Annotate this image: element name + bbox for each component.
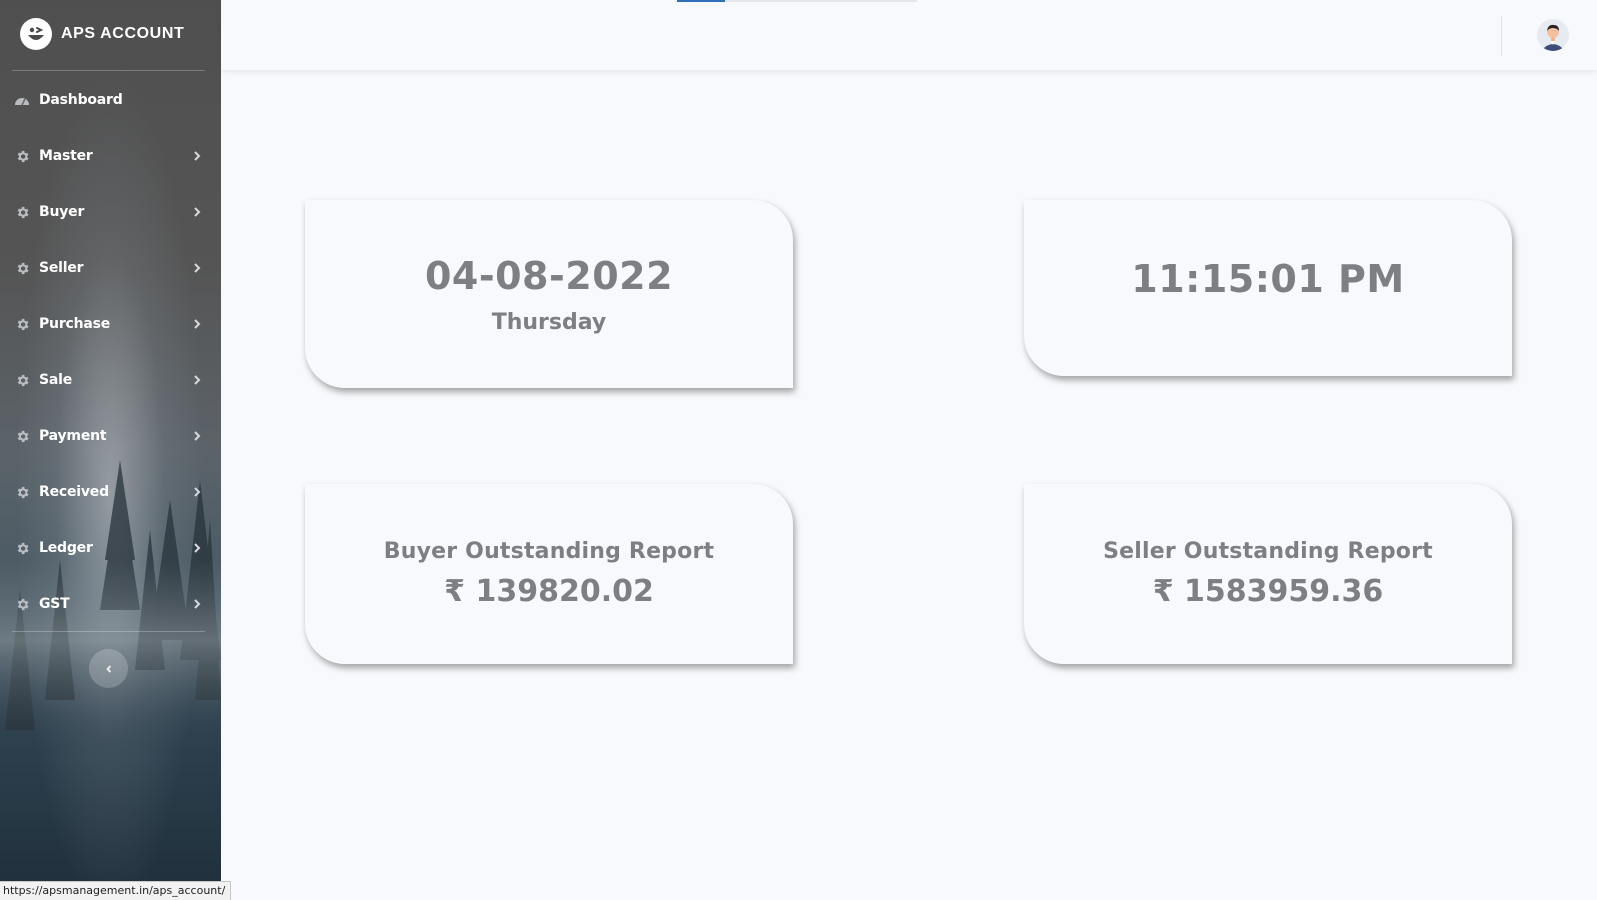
- chevron-right-icon: [194, 375, 201, 385]
- sidebar-item-label: Payment: [39, 428, 107, 444]
- gear-icon: [14, 484, 30, 500]
- sidebar-item-buyer[interactable]: Buyer: [0, 184, 221, 240]
- seller-outstanding-amount: ₹ 1583959.36: [1152, 574, 1384, 609]
- buyer-outstanding-card[interactable]: Buyer Outstanding Report ₹ 139820.02: [305, 484, 793, 664]
- sidebar-item-purchase[interactable]: Purchase: [0, 296, 221, 352]
- sidebar-item-label: Seller: [39, 260, 84, 276]
- gear-icon: [14, 148, 30, 164]
- sidebar-item-label: Dashboard: [39, 92, 123, 108]
- sidebar-item-master[interactable]: Master: [0, 128, 221, 184]
- header-divider: [1501, 16, 1502, 56]
- sidebar-nav: Dashboard Master Buyer Seller Purchase S…: [0, 72, 221, 632]
- time-card: 11:15:01 PM: [1024, 200, 1512, 376]
- sidebar-item-label: Ledger: [39, 540, 93, 556]
- gear-icon: [14, 540, 30, 556]
- sidebar-item-label: Received: [39, 484, 109, 500]
- buyer-report-title: Buyer Outstanding Report: [383, 539, 715, 564]
- sidebar-item-label: Sale: [39, 372, 73, 388]
- sidebar-collapse-button[interactable]: [89, 649, 128, 688]
- sidebar-item-payment[interactable]: Payment: [0, 408, 221, 464]
- current-time: 11:15:01 PM: [1131, 257, 1405, 301]
- status-bar-url: https://apsmanagement.in/aps_account/: [0, 881, 232, 900]
- chevron-right-icon: [194, 151, 201, 161]
- seller-report-title: Seller Outstanding Report: [1103, 539, 1433, 564]
- sidebar-item-dashboard[interactable]: Dashboard: [0, 72, 221, 128]
- chevron-right-icon: [194, 207, 201, 217]
- current-date: 04-08-2022: [424, 253, 674, 298]
- sidebar-item-seller[interactable]: Seller: [0, 240, 221, 296]
- chevron-right-icon: [194, 263, 201, 273]
- sidebar: APS ACCOUNT Dashboard Master Buyer Selle…: [0, 0, 221, 900]
- brand-name: APS ACCOUNT: [61, 25, 185, 42]
- user-avatar-icon[interactable]: [1537, 19, 1569, 51]
- sidebar-item-received[interactable]: Received: [0, 464, 221, 520]
- gear-icon: [14, 596, 30, 612]
- chevron-right-icon: [194, 543, 201, 553]
- sidebar-item-label: Buyer: [39, 204, 85, 220]
- sidebar-item-ledger[interactable]: Ledger: [0, 520, 221, 576]
- brand[interactable]: APS ACCOUNT: [20, 17, 184, 51]
- chevron-right-icon: [194, 487, 201, 497]
- sidebar-divider-bottom: [12, 631, 205, 632]
- gear-icon: [14, 316, 30, 332]
- gear-icon: [14, 204, 30, 220]
- seller-outstanding-card[interactable]: Seller Outstanding Report ₹ 1583959.36: [1024, 484, 1512, 664]
- gear-icon: [14, 260, 30, 276]
- sidebar-divider-top: [12, 70, 205, 71]
- sidebar-item-label: Master: [39, 148, 93, 164]
- sidebar-item-label: GST: [39, 596, 70, 612]
- page-load-progress: [677, 0, 917, 2]
- sidebar-item-label: Purchase: [39, 316, 111, 332]
- sidebar-item-sale[interactable]: Sale: [0, 352, 221, 408]
- chevron-right-icon: [194, 319, 201, 329]
- smiley-logo-icon: [20, 18, 52, 50]
- buyer-outstanding-amount: ₹ 139820.02: [444, 574, 654, 609]
- chevron-right-icon: [194, 599, 201, 609]
- date-card: 04-08-2022 Thursday: [305, 200, 793, 388]
- gear-icon: [14, 428, 30, 444]
- top-header: [221, 0, 1597, 70]
- gear-icon: [14, 372, 30, 388]
- chevron-right-icon: [194, 431, 201, 441]
- sidebar-item-gst[interactable]: GST: [0, 576, 221, 632]
- current-day: Thursday: [491, 309, 607, 335]
- dashboard-icon: [14, 92, 30, 108]
- chevron-left-icon: [105, 664, 111, 673]
